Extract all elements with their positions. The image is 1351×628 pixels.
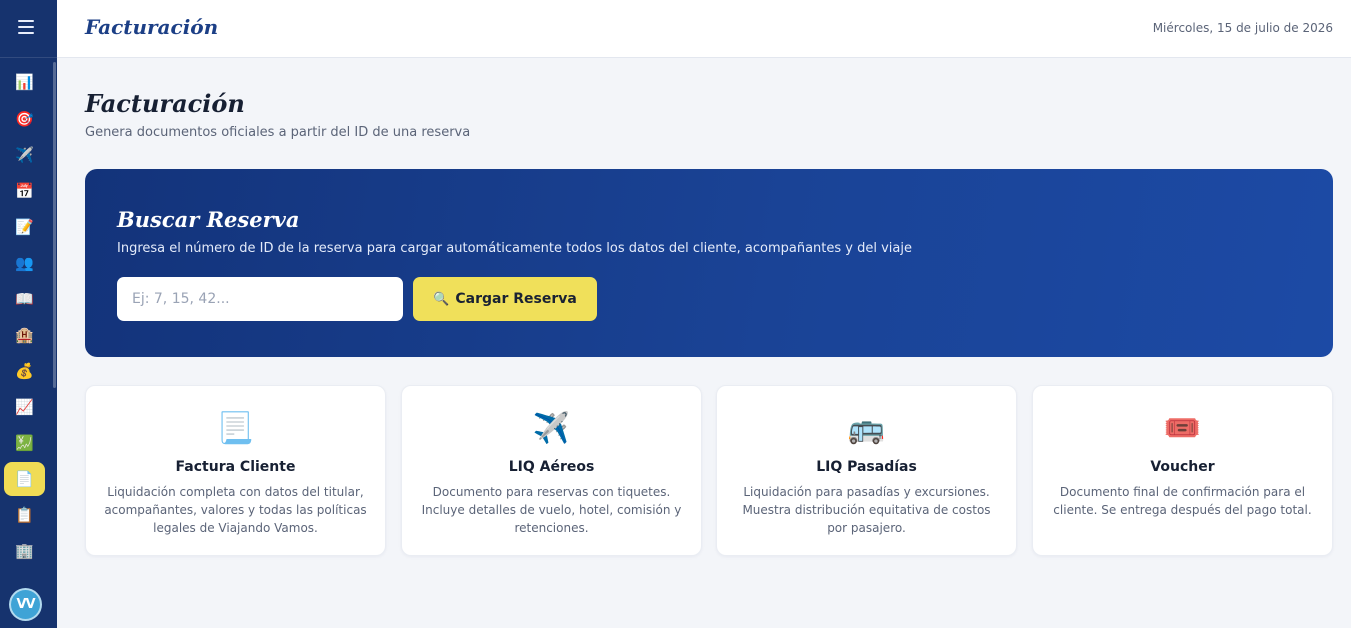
- sidebar-item-reports[interactable]: 📈: [4, 390, 45, 424]
- load-reservation-label: Cargar Reserva: [455, 291, 577, 307]
- finance-chart-icon: 💹: [15, 434, 34, 452]
- target-icon: 🎯: [15, 110, 34, 128]
- card-title: Voucher: [1150, 459, 1215, 475]
- sidebar-item-catalog[interactable]: 📖: [4, 282, 45, 316]
- card-title: LIQ Aéreos: [508, 459, 595, 475]
- sidebar-item-flights[interactable]: ✈️: [4, 138, 45, 172]
- hamburger-menu-icon[interactable]: [18, 20, 34, 34]
- page-subtitle: Genera documentos oficiales a partir del…: [85, 125, 471, 140]
- sidebar-divider: [0, 57, 57, 58]
- sidebar-item-finance[interactable]: 💹: [4, 426, 45, 460]
- chart-increasing-icon: 📈: [15, 398, 34, 416]
- sidebar-item-hotels[interactable]: 🏨: [4, 318, 45, 352]
- calendar-icon: 📅: [15, 182, 34, 200]
- bus-icon: 🚌: [847, 411, 886, 446]
- sidebar-item-payments[interactable]: 💰: [4, 354, 45, 388]
- sidebar-item-clipboard[interactable]: 📋: [4, 498, 45, 532]
- card-description: Liquidación para pasadías y excursiones.…: [742, 485, 991, 535]
- sidebar-item-company[interactable]: 🏢: [4, 534, 45, 568]
- dashboard-icon: 📊: [15, 73, 34, 91]
- sidebar-item-dashboard[interactable]: 📊: [4, 65, 45, 99]
- book-icon: 📖: [15, 290, 34, 308]
- document-icon: 📄: [15, 470, 34, 488]
- card-liq-pasadias[interactable]: 🚌 LIQ Pasadías Liquidación para pasadías…: [716, 385, 1017, 556]
- airplane-icon: ✈️: [15, 146, 34, 164]
- users-icon: 👥: [15, 254, 34, 272]
- load-reservation-button[interactable]: 🔍 Cargar Reserva: [413, 277, 597, 321]
- card-title: LIQ Pasadías: [816, 459, 917, 475]
- card-voucher[interactable]: 🎟️ Voucher Documento final de confirmaci…: [1032, 385, 1333, 556]
- sidebar-item-billing[interactable]: 📄: [4, 462, 45, 496]
- search-panel-title: Buscar Reserva: [117, 207, 300, 232]
- search-reservation-panel: Buscar Reserva Ingresa el número de ID d…: [85, 169, 1333, 357]
- avatar[interactable]: VV: [9, 588, 42, 621]
- card-description: Documento para reservas con tiquetes. In…: [421, 485, 682, 535]
- airplane-icon: ✈️: [532, 411, 571, 446]
- sidebar-item-target[interactable]: 🎯: [4, 102, 45, 136]
- top-bar: Facturación Miércoles, 15 de julio de 20…: [57, 0, 1351, 58]
- memo-icon: 📝: [15, 218, 34, 236]
- reservation-id-input[interactable]: [117, 277, 403, 321]
- ticket-icon: 🎟️: [1163, 411, 1202, 446]
- current-date: Miércoles, 15 de julio de 2026: [1152, 21, 1333, 35]
- magnifier-icon: 🔍: [433, 291, 450, 307]
- clipboard-icon: 📋: [15, 506, 34, 524]
- page-title: Facturación: [85, 89, 245, 118]
- topbar-title: Facturación: [85, 15, 219, 39]
- card-description: Liquidación completa con datos del titul…: [104, 485, 367, 535]
- card-factura-cliente[interactable]: 📃 Factura Cliente Liquidación completa c…: [85, 385, 386, 556]
- office-building-icon: 🏢: [15, 542, 34, 560]
- sidebar-item-notes[interactable]: 📝: [4, 210, 45, 244]
- card-title: Factura Cliente: [175, 459, 296, 475]
- sidebar-item-calendar[interactable]: 📅: [4, 174, 45, 208]
- invoice-page-icon: 📃: [216, 411, 255, 446]
- sidebar-scrollbar[interactable]: [53, 62, 56, 388]
- card-description: Documento final de confirmación para el …: [1053, 485, 1312, 517]
- sidebar: 📊 🎯 ✈️ 📅 📝 👥 📖 🏨 💰 📈 💹 📄 📋 🏢 VV: [0, 0, 57, 628]
- search-panel-description: Ingresa el número de ID de la reserva pa…: [117, 241, 912, 256]
- sidebar-item-users[interactable]: 👥: [4, 246, 45, 280]
- hotel-icon: 🏨: [15, 326, 34, 344]
- money-bag-icon: 💰: [15, 362, 34, 380]
- card-liq-aereos[interactable]: ✈️ LIQ Aéreos Documento para reservas co…: [401, 385, 702, 556]
